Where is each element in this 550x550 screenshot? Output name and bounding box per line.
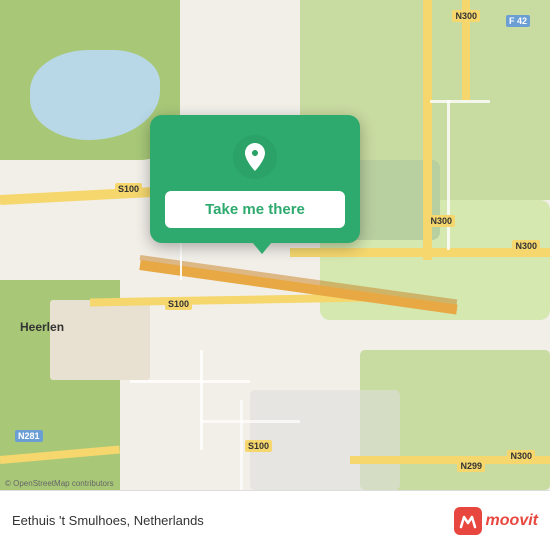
n300-label-bottom: N300 xyxy=(507,450,535,462)
moovit-logo: moovit xyxy=(454,507,538,535)
f42-label: F 42 xyxy=(506,15,530,27)
location-pin-icon xyxy=(233,135,277,179)
navigation-popup: Take me there xyxy=(150,115,360,243)
moovit-icon xyxy=(454,507,482,535)
s100-label-mid: S100 xyxy=(165,298,192,310)
n281-label: N281 xyxy=(15,430,43,442)
s100-label-left: S100 xyxy=(115,183,142,195)
place-name: Eethuis 't Smulhoes, Netherlands xyxy=(12,513,204,528)
n299-label: N299 xyxy=(457,460,485,472)
n300-label-mid: N300 xyxy=(512,240,540,252)
take-me-there-button[interactable]: Take me there xyxy=(165,191,345,228)
bottom-bar: Eethuis 't Smulhoes, Netherlands moovit xyxy=(0,490,550,550)
moovit-text: moovit xyxy=(486,512,538,530)
n300-label-right: N300 xyxy=(427,215,455,227)
s100-label-bottom: S100 xyxy=(245,440,272,452)
map-view: S100 S100 S100 N300 N300 N300 N300 N281 … xyxy=(0,0,550,490)
n300-label-top: N300 xyxy=(452,10,480,22)
map-attribution: © OpenStreetMap contributors xyxy=(5,479,114,488)
city-label: Heerlen xyxy=(20,320,64,334)
